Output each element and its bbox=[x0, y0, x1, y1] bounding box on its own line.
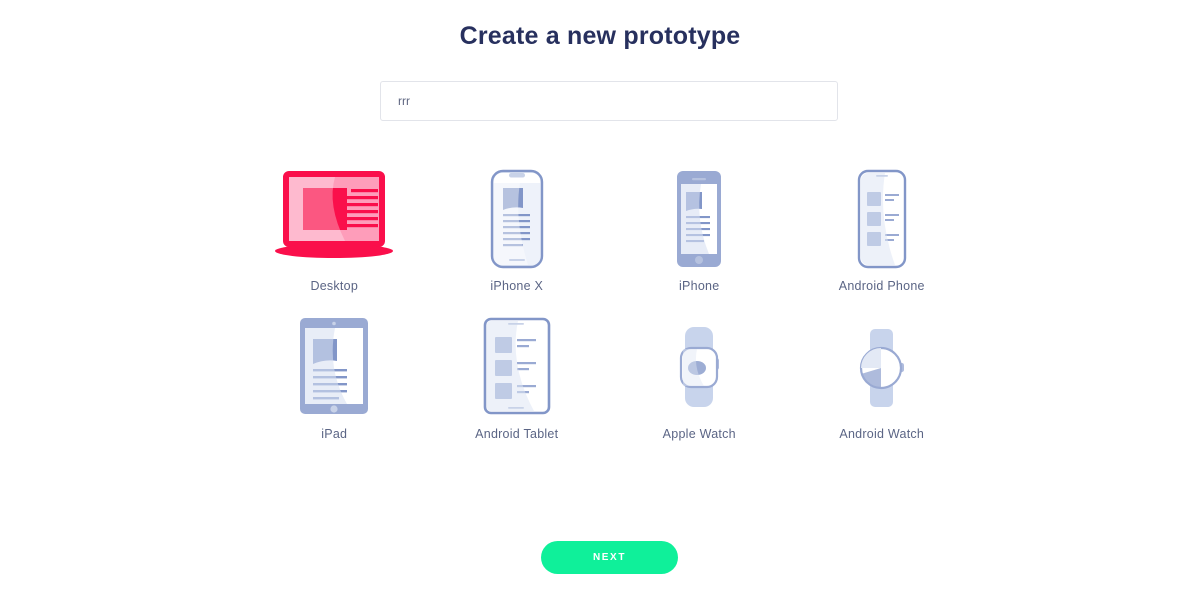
ipad-icon bbox=[295, 311, 373, 423]
device-option-android-tablet[interactable]: Android Tablet bbox=[426, 311, 609, 459]
iphone-x-icon bbox=[486, 163, 548, 275]
device-option-ipad[interactable]: iPad bbox=[243, 311, 426, 459]
create-prototype-page: Create a new prototype rrr Desktop iPhon… bbox=[0, 0, 1200, 600]
android-tablet-icon bbox=[478, 311, 556, 423]
device-label: Android Tablet bbox=[475, 427, 559, 441]
device-label: Apple Watch bbox=[662, 427, 736, 441]
device-option-iphone-x[interactable]: iPhone X bbox=[426, 163, 609, 311]
device-option-desktop[interactable]: Desktop bbox=[243, 163, 426, 311]
device-label: Desktop bbox=[310, 279, 359, 293]
device-type-grid: Desktop iPhone X iPhone Android Phone iP… bbox=[243, 163, 973, 459]
device-label: iPhone bbox=[679, 279, 720, 293]
android-watch-icon bbox=[847, 311, 917, 423]
laptop-icon bbox=[275, 163, 394, 275]
device-label: iPad bbox=[321, 427, 348, 441]
device-option-android-watch[interactable]: Android Watch bbox=[791, 311, 974, 459]
prototype-name-input[interactable] bbox=[380, 81, 838, 121]
apple-watch-icon bbox=[664, 311, 734, 423]
page-title: Create a new prototype bbox=[459, 22, 741, 50]
device-option-iphone[interactable]: iPhone bbox=[608, 163, 791, 311]
iphone-icon bbox=[668, 163, 730, 275]
device-label: Android Watch bbox=[839, 427, 925, 441]
prototype-name-field-wrapper bbox=[380, 81, 838, 121]
device-option-android-phone[interactable]: Android Phone bbox=[791, 163, 974, 311]
device-label: iPhone X bbox=[490, 279, 544, 293]
device-label: Android Phone bbox=[838, 279, 925, 293]
next-button[interactable]: NEXT bbox=[541, 541, 678, 574]
device-option-apple-watch[interactable]: Apple Watch bbox=[608, 311, 791, 459]
android-phone-icon bbox=[851, 163, 913, 275]
